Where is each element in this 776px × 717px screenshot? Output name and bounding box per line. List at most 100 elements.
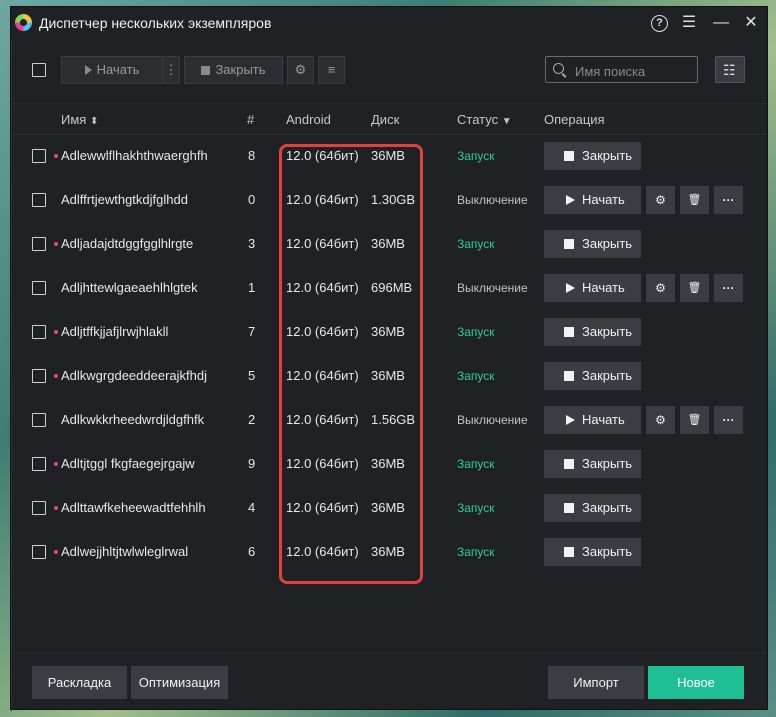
running-indicator-dot	[54, 154, 58, 158]
start-instance-label: Начать	[582, 412, 625, 427]
start-options-button[interactable]: ⋮	[162, 56, 180, 84]
status-text: Запуск	[457, 501, 495, 515]
delete-icon[interactable]: 🗑	[680, 274, 709, 302]
more-options-icon[interactable]: ···	[714, 186, 743, 214]
play-icon	[566, 283, 575, 293]
highlight-box	[279, 144, 423, 584]
list-view-icon: ☷	[723, 62, 736, 78]
instance-name: Adlwejjhltjtwlwleglrwal	[61, 544, 189, 559]
close-instance-label: Закрыть	[582, 500, 633, 515]
start-all-button[interactable]: Начать	[61, 56, 163, 84]
close-instance-button[interactable]: Закрыть	[544, 362, 641, 390]
instance-settings-icon[interactable]: ⚙	[646, 274, 675, 302]
row-checkbox[interactable]	[32, 413, 46, 427]
app-logo-icon	[15, 14, 32, 31]
new-instance-button[interactable]: Новое	[648, 666, 744, 699]
delete-icon[interactable]: 🗑	[680, 186, 709, 214]
close-instance-label: Закрыть	[582, 148, 633, 163]
row-checkbox[interactable]	[32, 193, 46, 207]
instance-number: 5	[248, 368, 256, 383]
status-text: Выключение	[457, 413, 528, 427]
row-checkbox[interactable]	[32, 149, 46, 163]
layout-button[interactable]: Раскладка	[32, 666, 127, 699]
running-indicator-dot	[54, 242, 58, 246]
status-header-label: Статус	[457, 112, 499, 127]
disk-header: Диск	[371, 112, 400, 127]
instance-name: Adltjtggl fkgfaegejrgajw	[61, 456, 195, 471]
stop-icon	[564, 151, 574, 161]
instance-name: Adlkwkkrheedwrdjldgfhfk	[61, 412, 205, 427]
status-text: Выключение	[457, 193, 528, 207]
instance-number: 3	[248, 236, 256, 251]
more-options-icon[interactable]: ···	[714, 274, 743, 302]
start-instance-button[interactable]: Начать	[544, 274, 641, 302]
list-menu-icon[interactable]: ≡	[318, 56, 345, 84]
stop-icon	[564, 503, 574, 513]
status-header[interactable]: Статус ▼	[457, 112, 512, 127]
row-checkbox[interactable]	[32, 501, 46, 515]
instance-number: 9	[248, 456, 256, 471]
close-instance-button[interactable]: Закрыть	[544, 142, 641, 170]
multi-instance-manager-window: Диспетчер нескольких экземпляров ? ☰ — ✕…	[10, 6, 768, 711]
name-header-label: Имя	[61, 112, 87, 127]
row-checkbox[interactable]	[32, 237, 46, 251]
instance-number: 4	[248, 500, 256, 515]
delete-icon[interactable]: 🗑	[680, 406, 709, 434]
stop-icon	[564, 459, 574, 469]
instance-name: Adlttawfkeheewadtfehhlh	[61, 500, 206, 515]
instance-number: 8	[248, 148, 256, 163]
instance-settings-icon[interactable]: ⚙	[646, 186, 675, 214]
status-text: Запуск	[457, 149, 495, 163]
search-input[interactable]	[573, 61, 695, 81]
close-instance-label: Закрыть	[582, 324, 633, 339]
close-instance-button[interactable]: Закрыть	[544, 450, 641, 478]
running-indicator-dot	[54, 330, 58, 334]
start-instance-button[interactable]: Начать	[544, 406, 641, 434]
instance-name: Adljtffkjjafjlrwjhlakll	[61, 324, 169, 339]
stop-icon	[564, 547, 574, 557]
view-toggle-button[interactable]: ☷	[715, 56, 745, 83]
row-checkbox[interactable]	[32, 369, 46, 383]
running-indicator-dot	[54, 462, 58, 466]
help-icon[interactable]: ?	[651, 15, 668, 32]
instance-name: Adljhttewlgaeaehlhlgtek	[61, 280, 198, 295]
toolbar: Начать ⋮ Закрыть ⚙ ≡ ☷	[11, 53, 767, 87]
stop-icon	[564, 239, 574, 249]
row-checkbox[interactable]	[32, 281, 46, 295]
close-instance-label: Закрыть	[582, 456, 633, 471]
play-icon	[84, 65, 92, 75]
instance-number: 2	[248, 412, 256, 427]
instance-settings-icon[interactable]: ⚙	[646, 406, 675, 434]
instance-name: Adlffrtjewthgtkdjfglhdd	[61, 192, 188, 207]
close-instance-button[interactable]: Закрыть	[544, 318, 641, 346]
optimize-button[interactable]: Оптимизация	[131, 666, 228, 699]
more-options-icon[interactable]: ···	[714, 406, 743, 434]
close-instance-label: Закрыть	[582, 544, 633, 559]
settings-icon[interactable]: ⚙	[287, 56, 314, 84]
close-instance-label: Закрыть	[582, 368, 633, 383]
start-instance-button[interactable]: Начать	[544, 186, 641, 214]
android-header: Android	[286, 112, 331, 127]
name-header[interactable]: Имя ⬍	[61, 112, 98, 127]
close-instance-button[interactable]: Закрыть	[544, 494, 641, 522]
close-instance-label: Закрыть	[582, 236, 633, 251]
row-checkbox[interactable]	[32, 457, 46, 471]
close-window-icon[interactable]: ✕	[741, 13, 761, 33]
search-box[interactable]	[545, 56, 698, 83]
close-instance-button[interactable]: Закрыть	[544, 230, 641, 258]
status-text: Запуск	[457, 457, 495, 471]
row-checkbox[interactable]	[32, 325, 46, 339]
status-text: Запуск	[457, 325, 495, 339]
start-instance-label: Начать	[582, 280, 625, 295]
window-title: Диспетчер нескольких экземпляров	[39, 15, 272, 31]
table-header: Имя ⬍ # Android Диск Статус ▼ Операция	[11, 103, 767, 135]
close-instance-button[interactable]: Закрыть	[544, 538, 641, 566]
row-checkbox[interactable]	[32, 545, 46, 559]
minimize-icon[interactable]: —	[711, 13, 731, 33]
import-button[interactable]: Импорт	[548, 666, 644, 699]
select-all-checkbox[interactable]	[32, 63, 46, 77]
menu-icon[interactable]: ☰	[679, 13, 699, 33]
close-all-button[interactable]: Закрыть	[184, 56, 283, 84]
instance-name: Adlkwgrgdeeddeerajkfhdj	[61, 368, 207, 383]
number-header: #	[247, 112, 255, 127]
